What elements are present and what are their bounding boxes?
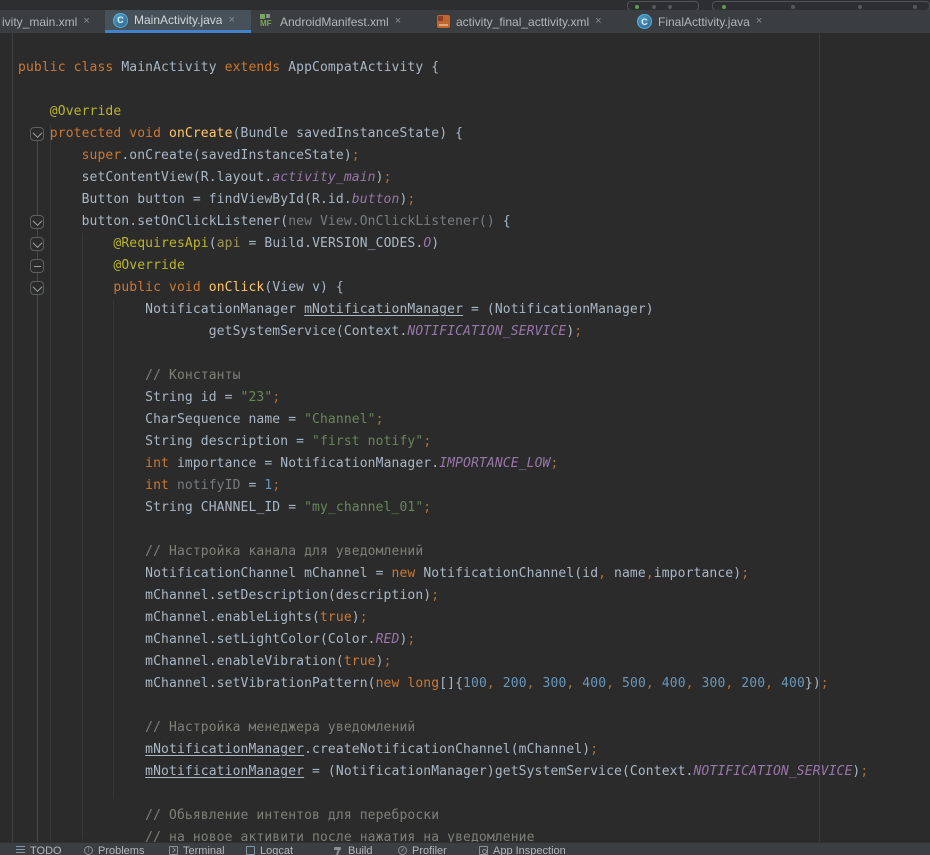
code-line-7[interactable]: Button button = findViewById(R.id.button… bbox=[18, 189, 868, 211]
toolbar-dot bbox=[668, 5, 672, 9]
code-area[interactable]: public class MainActivity extends AppCom… bbox=[0, 57, 868, 849]
manifest-file-icon: MF bbox=[259, 14, 274, 29]
tab-activity-final-acttivity-xml[interactable]: activity_final_acttivity.xml × bbox=[429, 10, 629, 33]
tab-label: MainActivity.java bbox=[134, 13, 222, 27]
tab-mainactivity-java[interactable]: C MainActivity.java × bbox=[105, 10, 251, 33]
profiler-icon bbox=[398, 846, 407, 855]
java-class-icon: C bbox=[637, 14, 652, 29]
code-line-25[interactable]: mChannel.setDescription(description); bbox=[18, 585, 868, 607]
fold-marker-line-9[interactable] bbox=[30, 237, 44, 251]
fold-marker-line-10[interactable] bbox=[30, 259, 44, 273]
statusbar-item-label: Build bbox=[348, 845, 372, 855]
code-line-5[interactable]: super.onCreate(savedInstanceState); bbox=[18, 145, 868, 167]
build-icon bbox=[334, 846, 343, 855]
layout-file-icon bbox=[437, 15, 450, 28]
code-editor[interactable]: public class MainActivity extends AppCom… bbox=[0, 33, 930, 843]
statusbar-item-build[interactable]: Build bbox=[334, 845, 372, 855]
tab-close-icon[interactable]: × bbox=[595, 16, 601, 27]
android-studio-window: ivity_main.xml × C MainActivity.java × MF Andr… bbox=[0, 0, 930, 855]
statusbar-item-logcat[interactable]: Logcat bbox=[246, 845, 293, 855]
code-line-11[interactable]: public void onClick(View v) { bbox=[18, 277, 868, 299]
code-line-28[interactable]: mChannel.enableVibration(true); bbox=[18, 651, 868, 673]
statusbar-item-label: Terminal bbox=[183, 845, 225, 855]
code-line-2[interactable] bbox=[18, 79, 868, 101]
code-line-9[interactable]: @RequiresApi(api = Build.VERSION_CODES.O… bbox=[18, 233, 868, 255]
java-class-icon: C bbox=[113, 13, 128, 28]
code-line-17[interactable]: CharSequence name = "Channel"; bbox=[18, 409, 868, 431]
toolbar-dot bbox=[791, 5, 795, 9]
todo-icon bbox=[16, 846, 25, 855]
code-line-27[interactable]: mChannel.setLightColor(Color.RED); bbox=[18, 629, 868, 651]
code-line-29[interactable]: mChannel.setVibrationPattern(new long[]{… bbox=[18, 673, 868, 695]
code-line-1[interactable]: public class MainActivity extends AppCom… bbox=[18, 57, 868, 79]
tab-label: ivity_main.xml bbox=[2, 15, 77, 29]
tab-label: FinalActtivity.java bbox=[658, 15, 750, 29]
tab-close-icon[interactable]: × bbox=[395, 16, 401, 27]
code-line-6[interactable]: setContentView(R.layout.activity_main); bbox=[18, 167, 868, 189]
code-line-26[interactable]: mChannel.enableLights(true); bbox=[18, 607, 868, 629]
logcat-icon bbox=[246, 846, 255, 855]
fold-marker-line-8[interactable] bbox=[30, 215, 44, 229]
code-line-8[interactable]: button.setOnClickListener(new View.OnCli… bbox=[18, 211, 868, 233]
statusbar-item-profiler[interactable]: Profiler bbox=[398, 845, 447, 855]
statusbar-item-label: Problems bbox=[98, 845, 144, 855]
editor-tab-bar: ivity_main.xml × C MainActivity.java × MF Andr… bbox=[0, 10, 930, 33]
fold-marker-line-11[interactable] bbox=[30, 281, 44, 295]
code-line-21[interactable]: String CHANNEL_ID = "my_channel_01"; bbox=[18, 497, 868, 519]
statusbar-item-label: App Inspection bbox=[493, 845, 566, 855]
code-line-4[interactable]: protected void onCreate(Bundle savedInst… bbox=[18, 123, 868, 145]
statusbar-item-problems[interactable]: ! Problems bbox=[84, 845, 144, 855]
statusbar-item-todo[interactable]: TODO bbox=[16, 845, 62, 855]
toolbar-dot bbox=[858, 5, 862, 9]
code-line-20[interactable]: int notifyID = 1; bbox=[18, 475, 868, 497]
code-line-14[interactable] bbox=[18, 343, 868, 365]
problems-icon: ! bbox=[84, 846, 93, 855]
statusbar-item-label: Profiler bbox=[412, 845, 447, 855]
statusbar-item-label: TODO bbox=[30, 845, 62, 855]
toolbar-dot bbox=[652, 5, 656, 9]
code-line-34[interactable] bbox=[18, 783, 868, 805]
code-line-3[interactable]: @Override bbox=[18, 101, 868, 123]
code-line-12[interactable]: NotificationManager mNotificationManager… bbox=[18, 299, 868, 321]
code-line-22[interactable] bbox=[18, 519, 868, 541]
tab-finalacttivity-java[interactable]: C FinalActtivity.java × bbox=[629, 10, 783, 33]
appinspect-icon bbox=[479, 846, 488, 855]
code-line-24[interactable]: NotificationChannel mChannel = new Notif… bbox=[18, 563, 868, 585]
code-line-13[interactable]: getSystemService(Context.NOTIFICATION_SE… bbox=[18, 321, 868, 343]
fold-marker-line-4[interactable] bbox=[30, 127, 44, 141]
tab-close-icon[interactable]: × bbox=[756, 16, 762, 27]
tab-label: activity_final_acttivity.xml bbox=[456, 15, 589, 29]
statusbar-item-terminal[interactable]: Terminal bbox=[169, 845, 225, 855]
statusbar-item-label: Logcat bbox=[260, 845, 293, 855]
code-line-32[interactable]: mNotificationManager.createNotificationC… bbox=[18, 739, 868, 761]
tab-close-icon[interactable]: × bbox=[228, 15, 234, 26]
code-line-23[interactable]: // Настройка канала для уведомлений bbox=[18, 541, 868, 563]
tab-label: AndroidManifest.xml bbox=[280, 15, 389, 29]
code-line-18[interactable]: String description = "first notify"; bbox=[18, 431, 868, 453]
tab-androidmanifest-xml[interactable]: MF AndroidManifest.xml × bbox=[251, 10, 429, 33]
run-status-dot bbox=[635, 5, 639, 9]
status-bar: TODO! Problems Terminal Logcat Build Profiler… bbox=[0, 842, 930, 855]
tab-close-icon[interactable]: × bbox=[83, 16, 89, 27]
tab-ivity-main-xml[interactable]: ivity_main.xml × bbox=[0, 10, 105, 33]
code-line-31[interactable]: // Настройка менеджера уведомлений bbox=[18, 717, 868, 739]
run-status-dot bbox=[722, 5, 726, 9]
code-line-10[interactable]: @Override bbox=[18, 255, 868, 277]
terminal-icon bbox=[169, 846, 178, 855]
statusbar-item-app-inspection[interactable]: App Inspection bbox=[479, 845, 566, 855]
code-line-19[interactable]: int importance = NotificationManager.IMP… bbox=[18, 453, 868, 475]
code-line-16[interactable]: String id = "23"; bbox=[18, 387, 868, 409]
code-line-15[interactable]: // Константы bbox=[18, 365, 868, 387]
code-line-33[interactable]: mNotificationManager = (NotificationMana… bbox=[18, 761, 868, 783]
code-line-30[interactable] bbox=[18, 695, 868, 717]
toolbar-dot bbox=[913, 5, 917, 9]
code-line-35[interactable]: // Обьявление интентов для переброски bbox=[18, 805, 868, 827]
